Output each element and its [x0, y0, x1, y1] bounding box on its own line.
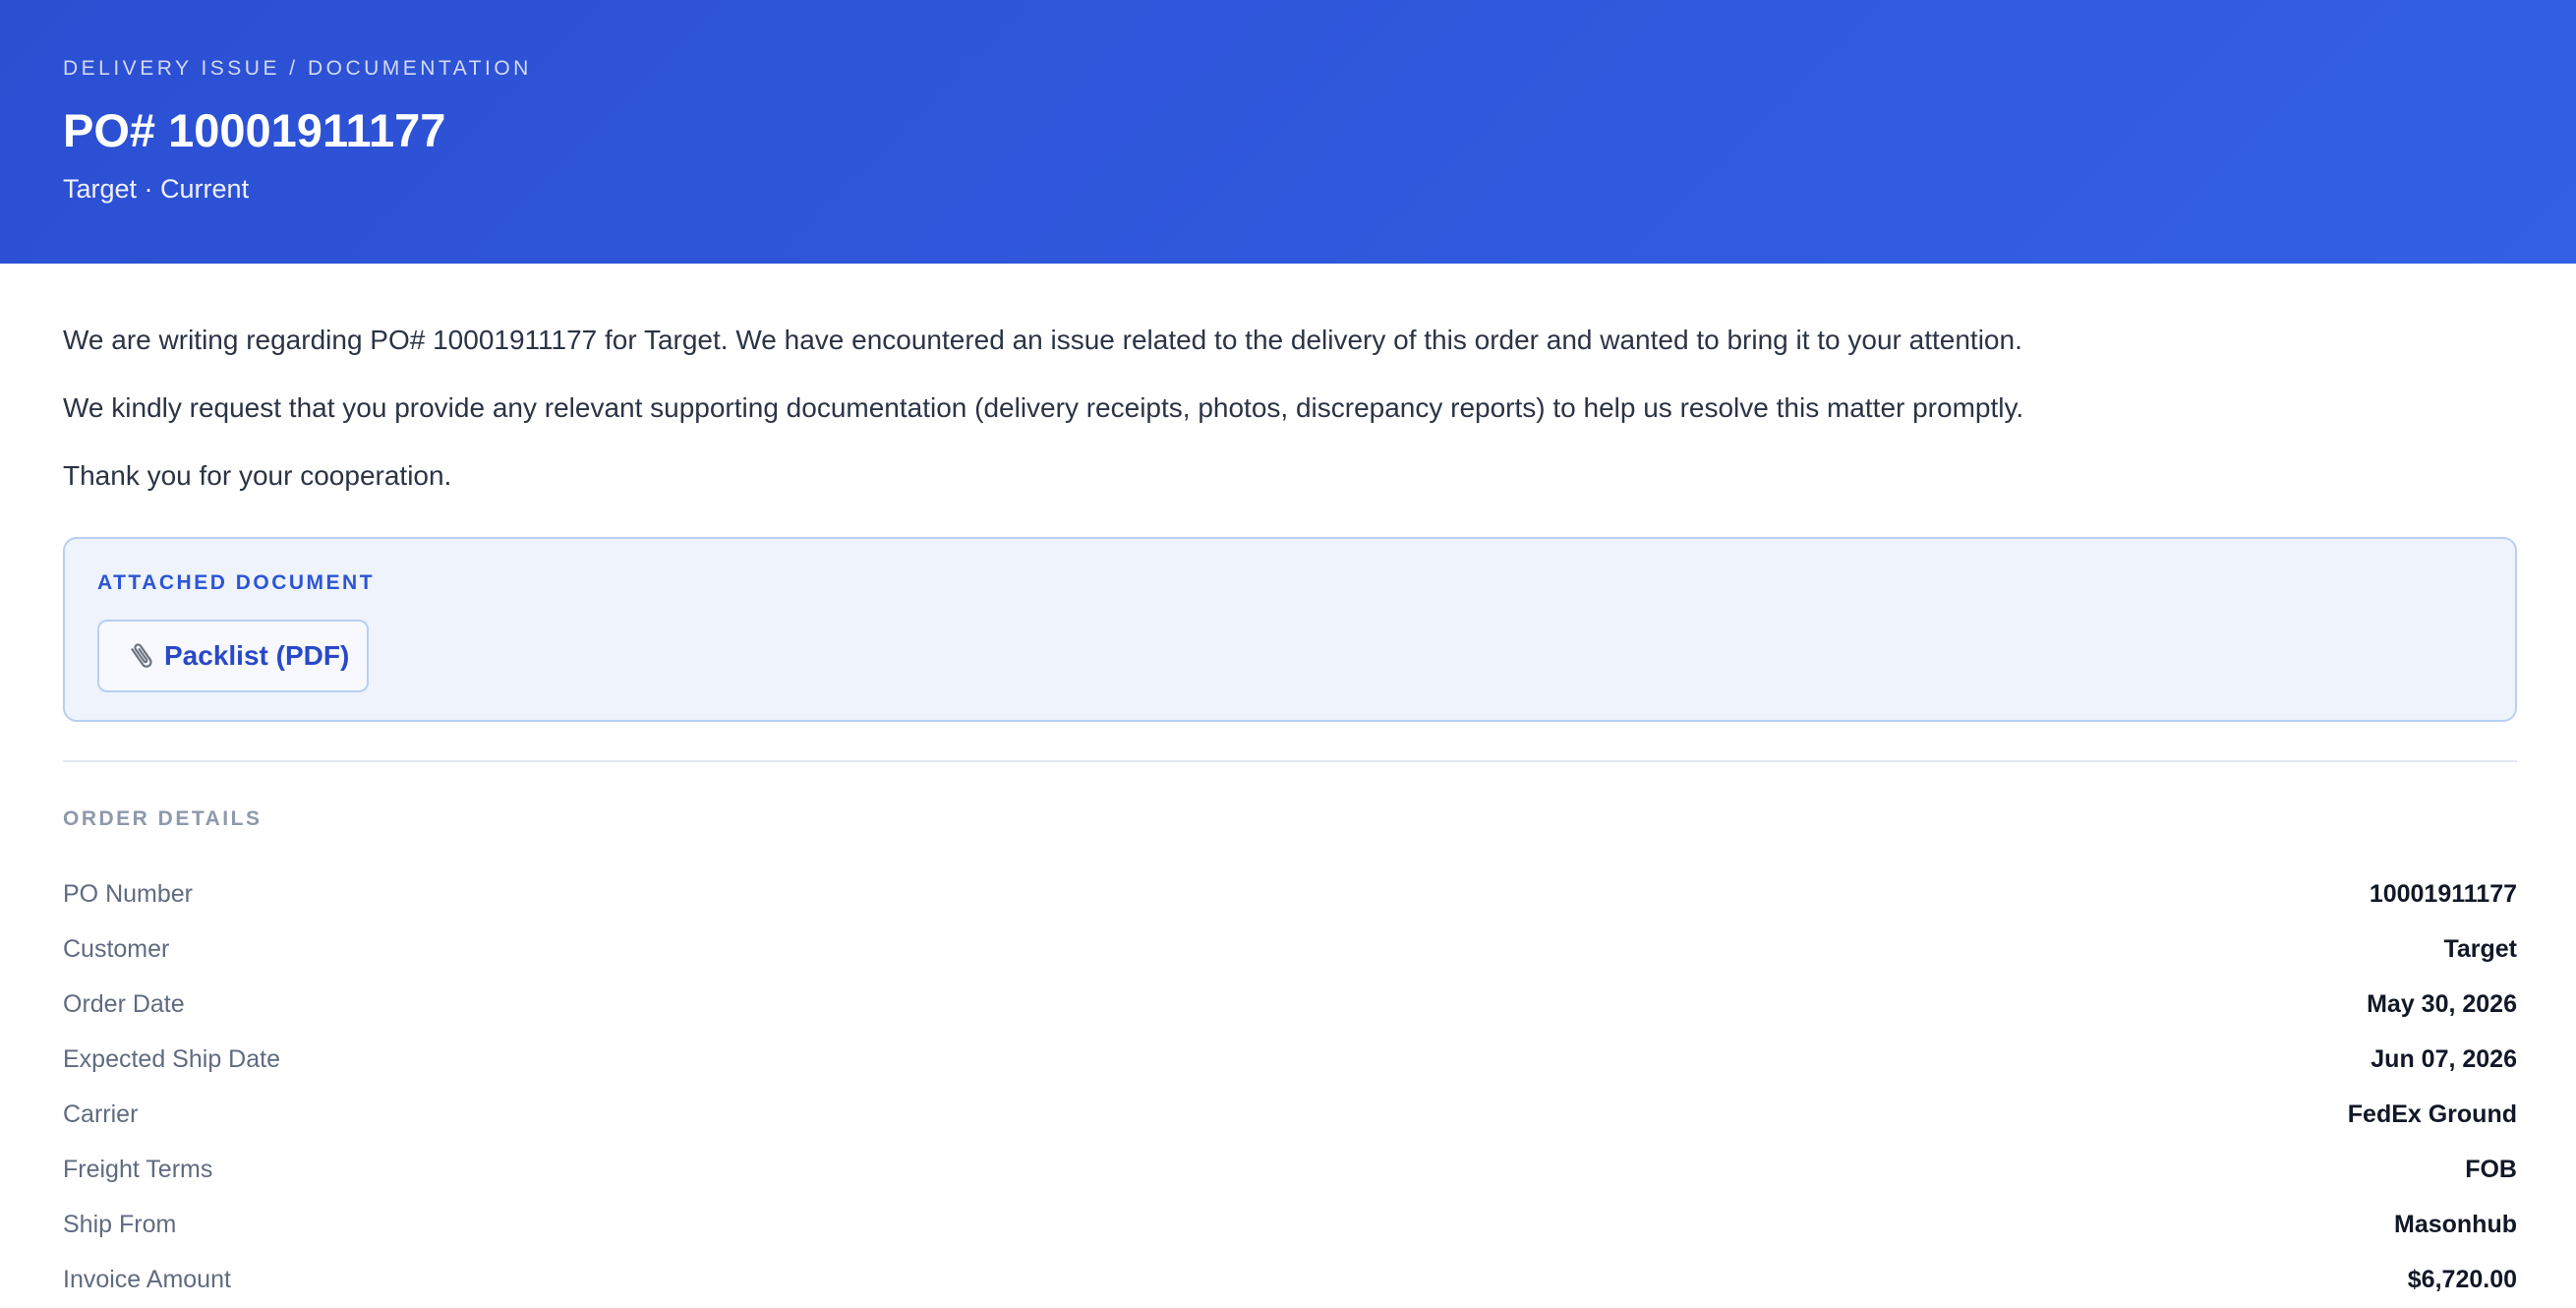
detail-value: Masonhub	[2394, 1210, 2517, 1238]
detail-value: FedEx Ground	[2347, 1100, 2517, 1128]
order-details-heading: ORDER DETAILS	[63, 807, 263, 830]
detail-value: Target	[2443, 934, 2517, 963]
order-details-list: PO Number 10001911177 Customer Target Or…	[63, 866, 2517, 1307]
detail-label: Freight Terms	[63, 1155, 213, 1183]
detail-label: PO Number	[63, 879, 193, 908]
detail-label: Customer	[63, 934, 170, 963]
section-divider	[63, 760, 2517, 762]
detail-value: $6,720.00	[2407, 1265, 2517, 1293]
page-header: DELIVERY ISSUE / DOCUMENTATION PO# 10001…	[0, 0, 2576, 264]
breadcrumb: DELIVERY ISSUE / DOCUMENTATION	[63, 57, 532, 80]
detail-row-po-number: PO Number 10001911177	[63, 866, 2517, 922]
detail-row-freight-terms: Freight Terms FOB	[63, 1142, 2517, 1197]
detail-row-customer: Customer Target	[63, 922, 2517, 977]
detail-row-expected-ship-date: Expected Ship Date Jun 07, 2026	[63, 1032, 2517, 1087]
detail-row-invoice-amount: Invoice Amount $6,720.00	[63, 1252, 2517, 1307]
detail-label: Expected Ship Date	[63, 1044, 280, 1073]
message-paragraph-request: We kindly request that you provide any r…	[63, 392, 2024, 423]
detail-row-carrier: Carrier FedEx Ground	[63, 1087, 2517, 1142]
message-paragraph-closing: Thank you for your cooperation.	[63, 460, 452, 491]
detail-row-order-date: Order Date May 30, 2026	[63, 977, 2517, 1032]
paperclip-icon	[127, 639, 156, 673]
page-title: PO# 10001911177	[63, 104, 446, 156]
detail-value: May 30, 2026	[2367, 989, 2517, 1018]
attachment-label: ATTACHED DOCUMENT	[97, 571, 376, 594]
detail-label: Ship From	[63, 1210, 177, 1238]
packlist-button-label: Packlist (PDF)	[164, 640, 350, 671]
detail-row-ship-from: Ship From Masonhub	[63, 1197, 2517, 1252]
detail-value: Jun 07, 2026	[2371, 1044, 2517, 1073]
message-paragraph-intro: We are writing regarding PO# 10001911177…	[63, 325, 2022, 355]
detail-label: Invoice Amount	[63, 1265, 231, 1293]
detail-value: 10001911177	[2369, 879, 2517, 908]
packlist-download-button[interactable]: Packlist (PDF)	[97, 620, 369, 692]
page-subtitle: Target · Current	[63, 174, 250, 204]
detail-label: Carrier	[63, 1100, 139, 1128]
attachment-panel: ATTACHED DOCUMENT Packlist (PDF)	[63, 537, 2517, 722]
detail-label: Order Date	[63, 989, 185, 1018]
detail-value: FOB	[2465, 1155, 2517, 1183]
